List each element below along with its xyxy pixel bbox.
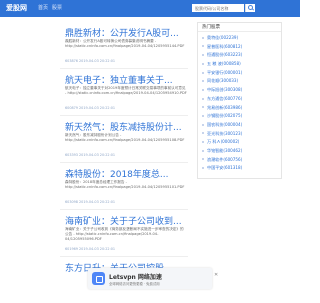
close-icon[interactable]: ✕ (214, 272, 218, 278)
hot-stock-item[interactable]: 亚光科技(300123) (202, 131, 242, 140)
bullet-icon (202, 62, 204, 65)
search-button[interactable] (245, 4, 255, 12)
top-header: 爱股网 首页 股票 (0, 0, 300, 17)
news-card: 鼎胜新材：公开发行A股可... 鼎胜新材：公开发行A股可转换公司债券募集说明书摘… (60, 22, 188, 69)
ad-banner[interactable]: Letsvpn 网络加速 全球网络访问更快更稳 · 免费试用 (88, 268, 212, 289)
panel-title: 热门股票 (198, 23, 281, 32)
hot-stock-item[interactable]: 奥特佳(002239) (202, 35, 242, 44)
stock-label: 平安银行(000001) (207, 69, 243, 75)
news-title[interactable]: 新天然气：股东减持股份计... (65, 120, 187, 133)
stock-label: 兆易创新(603986) (207, 104, 243, 110)
bullet-icon (202, 71, 204, 74)
news-title[interactable]: 海南矿业：关于子公司收到... (65, 214, 187, 227)
hot-stock-item[interactable]: 沙钢股份(002075) (202, 113, 242, 122)
hot-stock-item[interactable]: 同花顺(300033) (202, 78, 242, 87)
news-date: 600879 2019-04-03 20:22:01 (65, 106, 116, 110)
stock-label: 浪潮软件(600756) (207, 156, 243, 162)
news-date: 603876 2019-04-03 20:22:01 (65, 59, 116, 63)
bullet-icon (202, 123, 204, 126)
news-card: 航天电子：独立董事关于... 航天电子：独立董事关于对2019年度预计日常关联交… (60, 69, 188, 116)
stock-label: 中际旭创(300308) (207, 87, 243, 93)
bullet-icon (202, 114, 204, 117)
news-card: 森特股份：2018年度总... 森特股份：2018年度总经理工作报告 - htt… (60, 163, 188, 210)
hot-stock-item[interactable]: 东方通信(600776) (202, 96, 242, 105)
search-input[interactable] (192, 4, 244, 12)
stock-label: 东方通信(600776) (207, 95, 243, 101)
ad-subtitle: 全球网络访问更快更稳 · 免费试用 (109, 282, 160, 286)
bullet-icon (202, 149, 204, 152)
news-card: 新天然气：股东减持股份计... 新天然气：股东减持股份计划公告 - http:/… (60, 116, 188, 163)
news-title[interactable]: 航天电子：独立董事关于... (65, 73, 187, 86)
hot-stock-item[interactable]: 国农科技(000004) (202, 122, 242, 131)
bullet-icon (202, 54, 204, 57)
news-desc: 新天然气：股东减持股份计划公告 - http://static.cninfo.c… (65, 133, 185, 142)
news-title[interactable]: 鼎胜新材：公开发行A股可... (65, 26, 187, 39)
stock-label: 同花顺(300033) (207, 78, 239, 84)
stock-label: 沙钢股份(002075) (207, 113, 243, 119)
stock-label: 奥特佳(002239) (207, 35, 239, 40)
stock-label: 国农科技(000004) (207, 121, 243, 127)
hot-stock-item[interactable]: 华铭智能(300462) (202, 148, 242, 157)
hot-stocks-panel: 热门股票 奥特佳(002239) 星普医科(600812) 恒通股份(60322… (197, 22, 282, 179)
news-date: 603393 2019-04-03 20:22:01 (65, 153, 116, 157)
hot-stock-item[interactable]: 浪潮软件(600756) (202, 157, 242, 166)
news-date: 603098 2019-04-03 20:22:01 (65, 200, 116, 204)
stock-label: 华铭智能(300462) (207, 147, 243, 153)
bullet-icon (202, 132, 204, 135)
news-desc: 森特股份：2018年度总经理工作报告 - http://static.cninf… (65, 180, 185, 189)
news-desc: 海南矿业：关于子公司收到《商务部反垄断局不实施进一步审查的决定》的公告 - ht… (65, 227, 184, 241)
news-title[interactable]: 森特股份：2018年度总... (65, 167, 187, 180)
site-logo[interactable]: 爱股网 (6, 3, 27, 13)
nav-stocks[interactable]: 股票 (52, 4, 62, 11)
news-desc: 鼎胜新材：公开发行A股可转换公司债券募集说明书摘要 - http://stati… (65, 39, 185, 48)
hot-stocks-list: 奥特佳(002239) 星普医科(600812) 恒通股份(603223) 五 … (202, 35, 242, 174)
ad-title: Letsvpn 网络加速 (109, 274, 162, 281)
stock-label: 中国平安(601318) (207, 165, 243, 171)
bullet-icon (202, 141, 204, 144)
stock-label: 星普医科(600812) (207, 43, 243, 49)
bullet-icon (202, 88, 204, 91)
news-card: 海南矿业：关于子公司收到... 海南矿业：关于子公司收到《商务部反垄断局不实施进… (60, 210, 188, 257)
bullet-icon (202, 106, 204, 109)
bullet-icon (202, 158, 204, 161)
stock-label: 五 粮 液(000858) (207, 61, 241, 67)
hot-stock-item[interactable]: 五 粮 液(000858) (202, 61, 242, 70)
search-icon-handle (251, 8, 255, 11)
stock-label: 万 科Ａ(000002) (207, 139, 240, 145)
app-icon (92, 272, 105, 285)
hot-stock-item[interactable]: 中际旭创(300308) (202, 87, 242, 96)
news-date: 601969 2019-04-03 20:22:01 (65, 247, 116, 251)
hot-stock-item[interactable]: 恒通股份(603223) (202, 52, 242, 61)
stock-label: 恒通股份(603223) (207, 52, 243, 58)
bullet-icon (202, 45, 204, 48)
stock-label: 亚光科技(300123) (207, 130, 243, 136)
hot-stock-item[interactable]: 中国平安(601318) (202, 165, 242, 174)
bullet-icon (202, 97, 204, 100)
bullet-icon (202, 80, 204, 83)
app-icon-glyph (96, 276, 103, 283)
news-desc: 航天电子：独立董事关于对2019年度预计日常关联交易事项的事前认可意见 - ht… (65, 86, 187, 95)
nav-home[interactable]: 首页 (38, 4, 48, 11)
bullet-icon (202, 167, 204, 170)
hot-stock-item[interactable]: 兆易创新(603986) (202, 105, 242, 114)
bullet-icon (202, 36, 204, 39)
hot-stock-item[interactable]: 万 科Ａ(000002) (202, 139, 242, 148)
